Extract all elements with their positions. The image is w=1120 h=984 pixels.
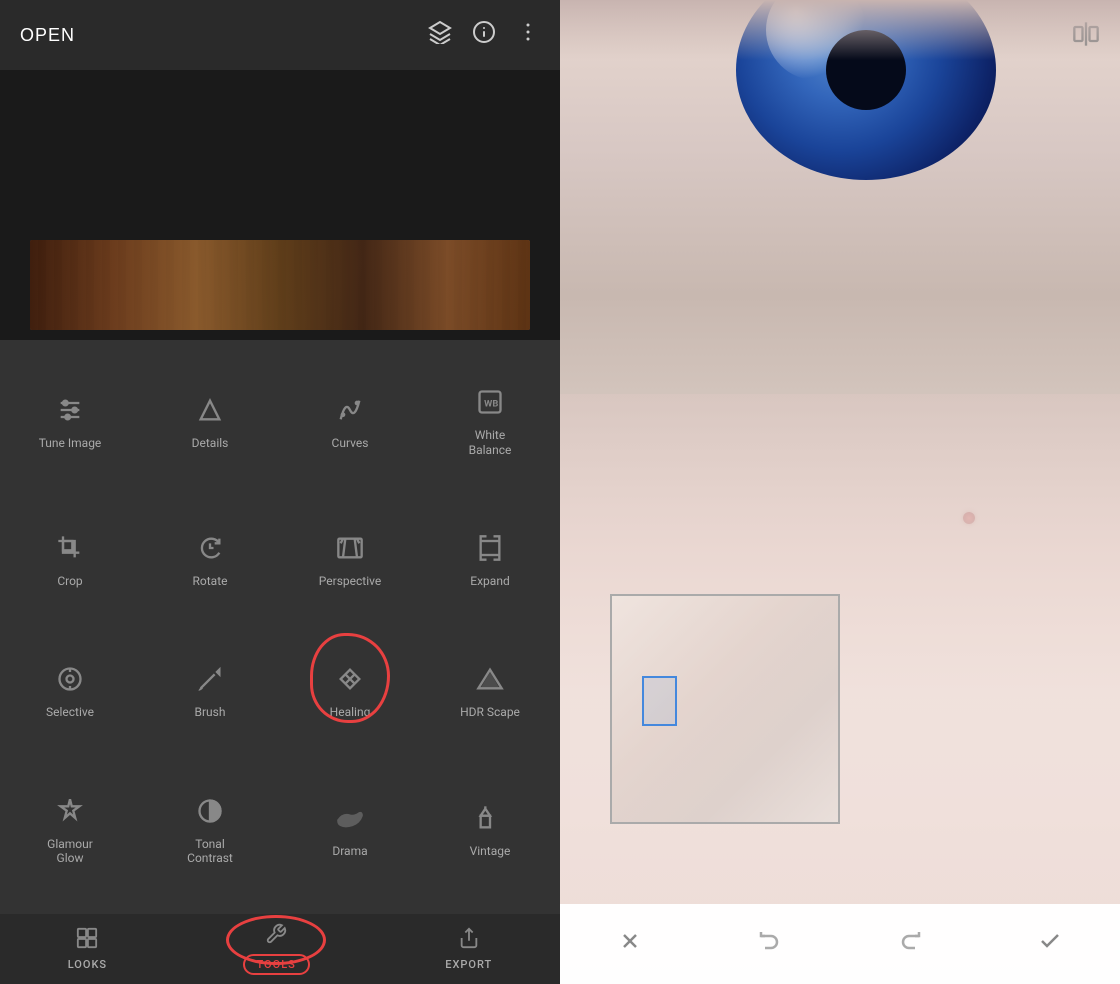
undo-button[interactable] <box>748 918 792 970</box>
hdr-icon <box>476 665 504 697</box>
healing-icon <box>336 665 364 697</box>
redo-button[interactable] <box>888 918 932 970</box>
tool-expand[interactable]: Expand <box>420 496 560 627</box>
details-icon <box>196 396 224 428</box>
blemish <box>963 512 975 524</box>
nav-tools[interactable]: TOOLS <box>243 923 310 975</box>
left-panel: OPEN <box>0 0 560 984</box>
crop-label: Crop <box>57 574 82 588</box>
more-icon[interactable] <box>516 20 540 50</box>
wb-icon: WB <box>476 388 504 420</box>
top-bar-icons <box>428 20 540 50</box>
tool-healing[interactable]: Healing <box>280 627 420 758</box>
tools-icon <box>265 923 287 950</box>
vintage-icon <box>476 804 504 836</box>
open-button[interactable]: OPEN <box>20 25 75 46</box>
glamour-icon <box>56 797 84 829</box>
brush-label: Brush <box>195 705 226 719</box>
looks-icon <box>76 927 98 954</box>
selective-label: Selective <box>46 705 94 719</box>
tool-curves[interactable]: Curves <box>280 350 420 496</box>
bottom-nav: LOOKS TOOLS EXPORT <box>0 914 560 984</box>
tool-crop[interactable]: Crop <box>0 496 140 627</box>
nav-looks[interactable]: LOOKS <box>68 927 107 971</box>
curves-icon <box>336 396 364 428</box>
looks-label: LOOKS <box>68 958 107 971</box>
action-bar <box>560 904 1120 984</box>
tool-glamour-glow[interactable]: GlamourGlow <box>0 758 140 904</box>
selective-icon <box>56 665 84 697</box>
details-label: Details <box>192 436 229 450</box>
tonal-icon <box>196 797 224 829</box>
tools-grid: Tune Image Details Curves <box>0 340 560 914</box>
vintage-label: Vintage <box>470 844 511 858</box>
brush-icon <box>196 665 224 697</box>
mini-preview <box>610 594 840 824</box>
wb-label: WhiteBalance <box>469 428 512 457</box>
info-icon[interactable] <box>472 20 496 50</box>
rotate-icon <box>196 534 224 566</box>
tool-white-balance[interactable]: WB WhiteBalance <box>420 350 560 496</box>
export-icon <box>458 927 480 954</box>
curves-label: Curves <box>332 436 369 450</box>
preview-image <box>30 240 530 330</box>
tool-vintage[interactable]: Vintage <box>420 758 560 904</box>
tune-label: Tune Image <box>39 436 102 450</box>
preview-area <box>0 70 560 340</box>
tool-drama[interactable]: Drama <box>280 758 420 904</box>
tool-hdr-scape[interactable]: HDR Scape <box>420 627 560 758</box>
drama-icon <box>336 804 364 836</box>
cancel-button[interactable] <box>608 918 652 970</box>
confirm-button[interactable] <box>1028 918 1072 970</box>
svg-text:WB: WB <box>484 399 498 410</box>
nav-export[interactable]: EXPORT <box>445 927 492 971</box>
tool-selective[interactable]: Selective <box>0 627 140 758</box>
eyelid <box>560 0 1120 60</box>
healing-label: Healing <box>330 705 371 719</box>
perspective-label: Perspective <box>319 574 381 588</box>
tools-label: TOOLS <box>243 954 310 975</box>
drama-label: Drama <box>332 844 367 858</box>
tool-tune-image[interactable]: Tune Image <box>0 350 140 496</box>
tonal-label: TonalContrast <box>187 837 233 866</box>
expand-label: Expand <box>470 574 509 588</box>
tool-brush[interactable]: Brush <box>140 627 280 758</box>
expand-icon <box>476 534 504 566</box>
top-bar: OPEN <box>0 0 560 70</box>
hdr-label: HDR Scape <box>460 705 520 719</box>
right-panel <box>560 0 1120 984</box>
perspective-icon <box>336 534 364 566</box>
tool-details[interactable]: Details <box>140 350 280 496</box>
crop-icon <box>56 534 84 566</box>
layers-icon[interactable] <box>428 20 452 50</box>
tune-icon <box>56 396 84 428</box>
tool-perspective[interactable]: Perspective <box>280 496 420 627</box>
tool-tonal-contrast[interactable]: TonalContrast <box>140 758 280 904</box>
rotate-label: Rotate <box>193 574 228 588</box>
eye-area <box>560 0 1120 443</box>
export-label: EXPORT <box>445 958 492 971</box>
mini-cursor <box>642 676 677 726</box>
tool-rotate[interactable]: Rotate <box>140 496 280 627</box>
glamour-label: GlamourGlow <box>47 837 93 866</box>
